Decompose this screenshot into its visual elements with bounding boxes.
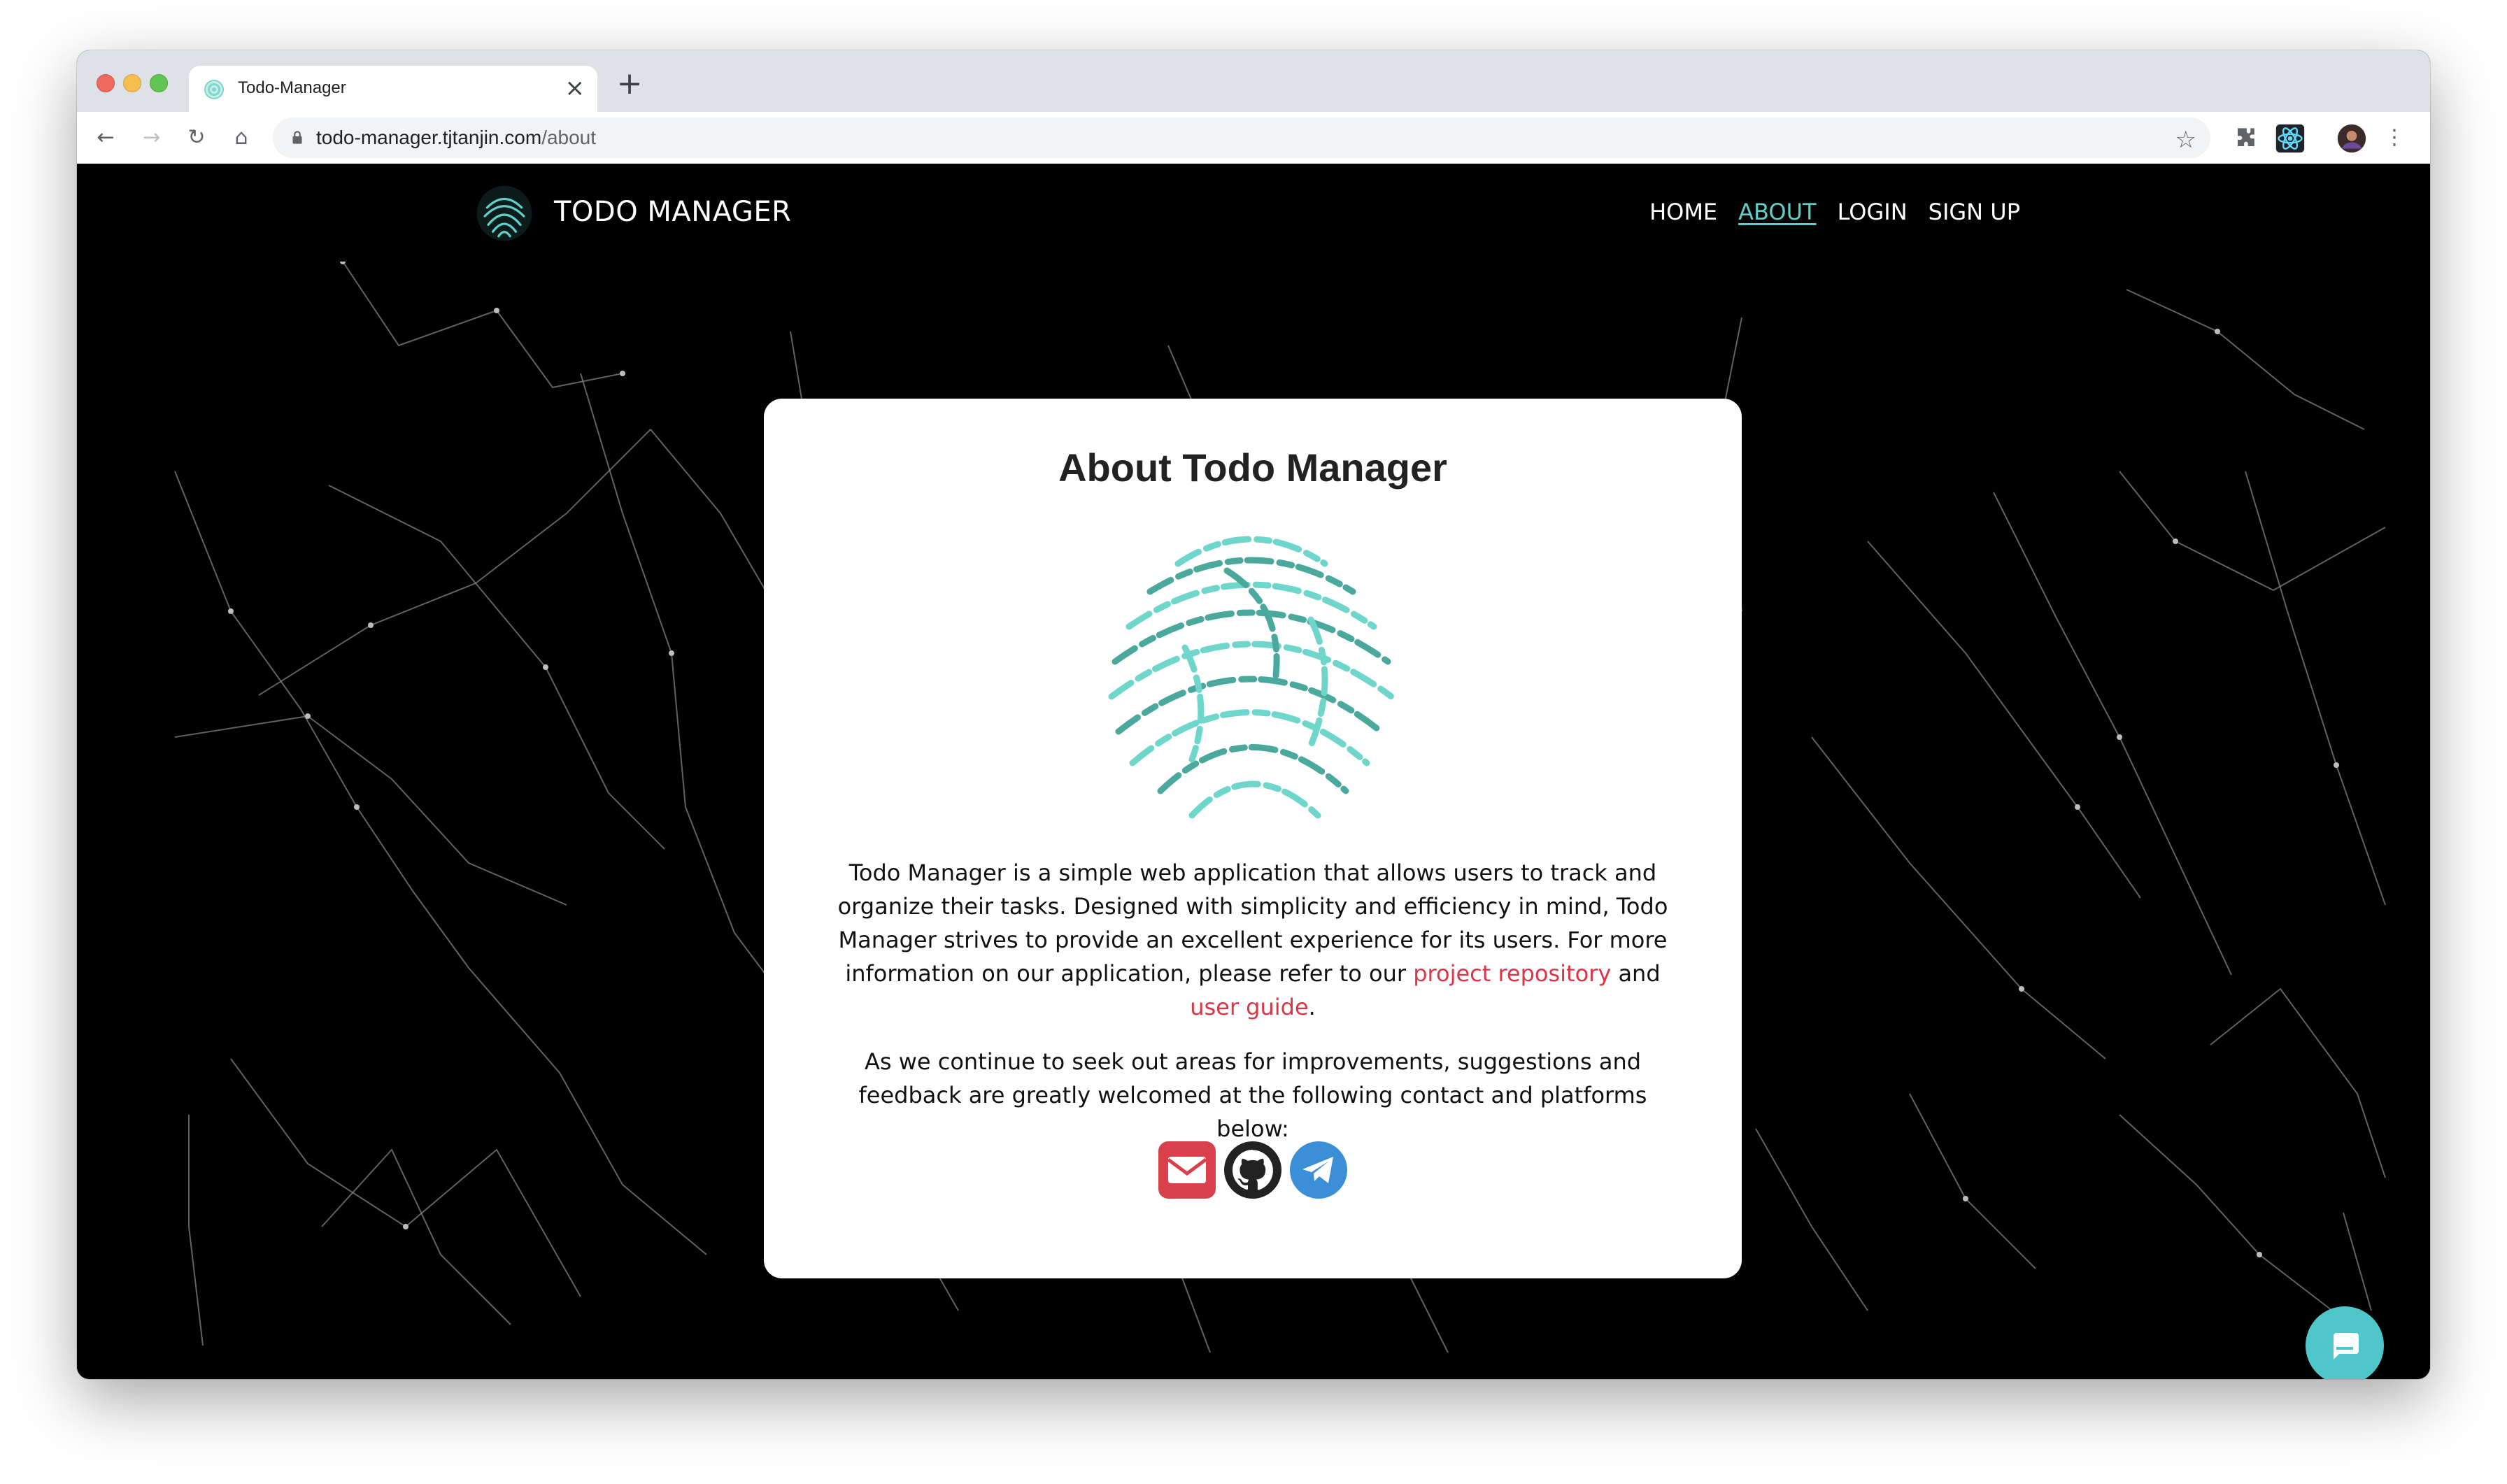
react-devtools-icon[interactable] [2275, 123, 2306, 154]
github-icon[interactable] [1223, 1140, 1283, 1200]
feedback-text: As we continue to seek out areas for imp… [858, 1048, 1647, 1142]
url-text: todo-manager.tjtanjin.com/about [316, 127, 596, 149]
window-close-button[interactable] [97, 74, 115, 92]
extensions-puzzle-icon[interactable] [2230, 123, 2261, 154]
nav-links: HOME ABOUT LOGIN SIGN UP [1649, 199, 2020, 225]
about-description: Todo Manager is a simple web application… [834, 856, 1672, 1024]
tab-title: Todo-Manager [238, 78, 346, 97]
user-guide-link[interactable]: user guide [1190, 994, 1308, 1020]
telegram-icon[interactable] [1288, 1140, 1349, 1200]
nav-signup-link[interactable]: SIGN UP [1929, 199, 2020, 225]
url-host: todo-manager.tjtanjin.com [316, 127, 542, 148]
window-minimize-button[interactable] [123, 74, 141, 92]
browser-menu-icon[interactable]: ⋮ [2377, 120, 2412, 155]
about-text-end: . [1308, 994, 1316, 1020]
url-path: /about [541, 127, 597, 148]
nav-home-link[interactable]: HOME [1649, 199, 1717, 225]
nav-about-link[interactable]: ABOUT [1738, 199, 1816, 225]
brand-name[interactable]: TODO MANAGER [554, 196, 791, 228]
chat-button[interactable] [2306, 1306, 2384, 1379]
navbar: TODO MANAGER HOME ABOUT LOGIN SIGN UP [77, 164, 2430, 262]
profile-avatar[interactable] [2336, 123, 2367, 154]
browser-window: Todo-Manager × + ← → ↻ ⌂ todo-manager.tj… [77, 50, 2430, 1379]
favicon-icon [204, 80, 224, 99]
chat-bubble-icon [2334, 1333, 2359, 1360]
project-repository-link[interactable]: project repository [1413, 960, 1611, 987]
tab-strip: Todo-Manager × + [77, 50, 2430, 112]
back-button[interactable]: ← [88, 120, 123, 155]
about-text-and: and [1611, 960, 1661, 987]
fingerprint-logo-icon[interactable] [476, 185, 533, 242]
browser-toolbar: ← → ↻ ⌂ todo-manager.tjtanjin.com/about … [77, 112, 2430, 164]
lock-icon [292, 131, 302, 144]
social-links [764, 1140, 1742, 1200]
address-bar[interactable]: todo-manager.tjtanjin.com/about ☆ [273, 117, 2210, 158]
email-icon[interactable] [1157, 1140, 1217, 1200]
forward-button[interactable]: → [134, 120, 169, 155]
home-button[interactable]: ⌂ [224, 120, 259, 155]
page-title: About Todo Manager [1058, 445, 1447, 490]
browser-tab[interactable]: Todo-Manager × [189, 66, 597, 112]
fingerprint-illustration-icon [1108, 536, 1395, 819]
bookmark-star-icon[interactable]: ☆ [2175, 126, 2196, 154]
tab-close-icon[interactable]: × [565, 74, 585, 102]
window-maximize-button[interactable] [150, 74, 168, 92]
page-viewport: TODO MANAGER HOME ABOUT LOGIN SIGN UP Ab… [77, 164, 2430, 1379]
about-card: About Todo Manager Todo Manager is a sim… [764, 399, 1742, 1278]
reload-button[interactable]: ↻ [179, 120, 214, 155]
nav-login-link[interactable]: LOGIN [1838, 199, 1908, 225]
new-tab-button[interactable]: + [609, 63, 651, 105]
